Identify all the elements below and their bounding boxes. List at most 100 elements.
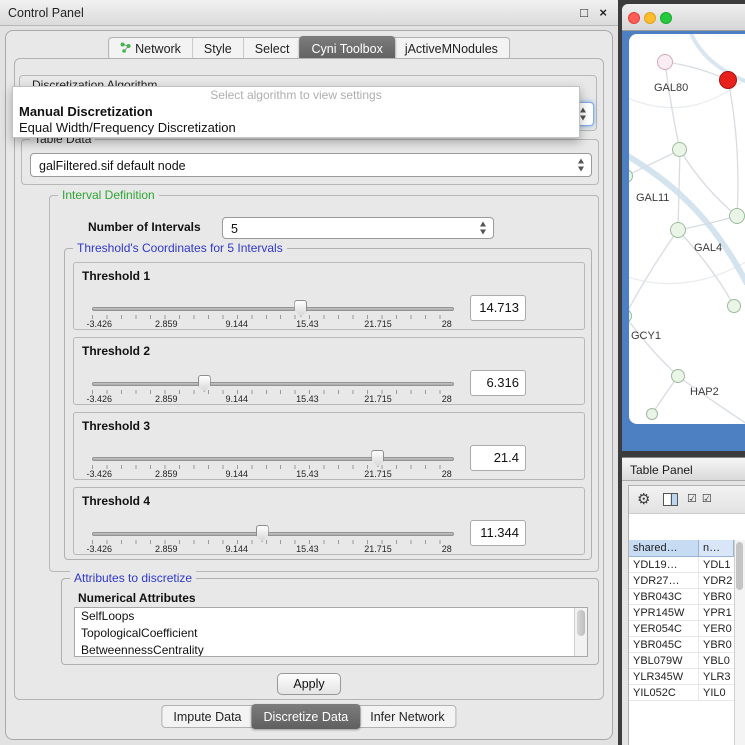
node-hap2[interactable] [671,369,685,383]
cell[interactable]: YDR27… [629,573,699,588]
cell[interactable]: YPR145W [629,605,699,620]
table-row[interactable]: YBR045C YBR0 [629,637,734,653]
table-row[interactable]: YDR27… YDR2 [629,573,734,589]
threshold-3-value-field[interactable]: 21.4 [470,445,526,471]
mac-close-button[interactable] [628,12,640,24]
table-row[interactable]: YDL19… YDL1 [629,557,734,573]
scrollbar-thumb[interactable] [736,542,743,590]
scale-label: 2.859 [155,319,178,329]
node-gal4[interactable] [670,222,686,238]
cell[interactable]: YDL1 [699,557,734,572]
mac-minimize-button[interactable] [644,12,656,24]
tab-jactivemnodules[interactable]: jActiveMNodules [394,38,509,59]
tab-select[interactable]: Select [243,38,301,59]
number-of-intervals-combobox[interactable]: 5 [222,217,494,239]
threshold-4-slider[interactable]: -3.426 2.859 9.144 15.43 21.715 28 [92,524,454,554]
node-label-gal4: GAL4 [694,242,722,254]
slider-track[interactable] [92,307,454,311]
select-columns-icon[interactable]: ☑ ☑ [687,492,713,505]
table-row[interactable]: YPR145W YPR1 [629,605,734,621]
slider-track[interactable] [92,532,454,536]
tab-network[interactable]: Network [109,38,192,59]
cell[interactable]: YBL079W [629,653,699,668]
table-row[interactable]: YBL079W YBL0 [629,653,734,669]
table-row[interactable]: YER054C YER0 [629,621,734,637]
threshold-1-value-field[interactable]: 14.713 [470,295,526,321]
numerical-attributes-list[interactable]: SelfLoops TopologicalCoefficient Between… [74,607,588,657]
table-scrollbar[interactable] [734,540,745,745]
network-icon [120,42,131,56]
node[interactable] [727,299,741,313]
tab-infer-network[interactable]: Infer Network [359,706,455,727]
cell[interactable]: YDL19… [629,557,699,572]
cell[interactable]: YLR345W [629,669,699,684]
algorithm-dropdown-popup: Select algorithm to view settings Manual… [12,86,580,138]
cell[interactable]: YLR3 [699,669,734,684]
column-header-shared-name[interactable]: shared… [629,540,699,557]
close-icon[interactable]: × [599,0,607,26]
control-panel-window: Control Panel □ × Ne [0,0,618,745]
mac-zoom-button[interactable] [660,12,672,24]
top-tab-bar: Network Style Select Cyni Toolbox jActiv… [108,37,510,60]
stepper-icon [479,222,488,235]
columns-icon[interactable] [663,493,678,506]
table-data-combobox[interactable]: galFiltered.sif default node [30,153,592,177]
tab-style[interactable]: Style [192,38,243,59]
cell[interactable]: YPR1 [699,605,734,620]
list-scrollbar[interactable] [574,608,587,656]
table-row[interactable]: YLR345W YLR3 [629,669,734,685]
node[interactable] [646,408,658,420]
node[interactable] [672,142,687,157]
cell[interactable]: YBR043C [629,589,699,604]
cell[interactable]: YDR2 [699,573,734,588]
node-table: shared… n… YDL19… YDL1 YDR27… YDR2 YBR04… [629,540,734,745]
dropdown-option-equal-width[interactable]: Equal Width/Frequency Discretization [13,120,579,136]
scale-label: 28 [442,319,452,329]
threshold-3-slider[interactable]: -3.426 2.859 9.144 15.43 21.715 28 [92,449,454,479]
scale-label: -3.426 [86,394,112,404]
minimize-icon[interactable]: □ [580,0,588,26]
list-item[interactable]: SelfLoops [75,608,587,625]
apply-button[interactable]: Apply [277,673,341,695]
node-red-selected[interactable] [719,71,737,89]
control-panel-titlebar: Control Panel □ × [0,0,618,26]
tab-label: Cyni Toolbox [311,42,382,56]
table-row[interactable]: YBR043C YBR0 [629,589,734,605]
threshold-2-value-field[interactable]: 6.316 [470,370,526,396]
cell[interactable]: YBR0 [699,589,734,604]
scale-label: 15.43 [296,394,319,404]
threshold-2-label: Threshold 2 [82,344,150,358]
column-header-name[interactable]: n… [699,540,734,557]
cell[interactable]: YBR0 [699,637,734,652]
table-panel: Table Panel ⚙ ☑ ☑ shared… n… YDL19… YDL1… [622,457,745,745]
tab-impute-data[interactable]: Impute Data [162,706,252,727]
cell[interactable]: YER0 [699,621,734,636]
cell[interactable]: YBL0 [699,653,734,668]
node-gal80[interactable] [657,54,673,70]
threshold-1-slider[interactable]: -3.426 2.859 9.144 15.43 21.715 28 [92,299,454,329]
threshold-1-label: Threshold 1 [82,269,150,283]
list-item[interactable]: BetweennessCentrality [75,642,587,657]
cell[interactable]: YIL052C [629,685,699,700]
node[interactable] [729,208,745,224]
slider-track[interactable] [92,457,454,461]
list-item[interactable]: TopologicalCoefficient [75,625,587,642]
dropdown-option-manual-discretization[interactable]: Manual Discretization [13,104,579,120]
scale-label: 28 [442,394,452,404]
scrollbar-thumb[interactable] [577,610,585,636]
cell[interactable]: YBR045C [629,637,699,652]
threshold-2-slider[interactable]: -3.426 2.859 9.144 15.43 21.715 28 [92,374,454,404]
gear-icon[interactable]: ⚙ [637,490,650,508]
stepper-icon [577,159,586,172]
cell[interactable]: YER054C [629,621,699,636]
threshold-4-value-field[interactable]: 11.344 [470,520,526,546]
tab-label: Network [135,42,181,56]
table-data-group: Table Data galFiltered.sif default node [21,139,599,185]
cell[interactable]: YIL0 [699,685,734,700]
threshold-2-box: Threshold 2 6.316 -3.426 2.859 9.144 [73,337,585,405]
network-canvas[interactable]: GAL80 GAL11 GAL4 GCY1 HAP2 [629,34,745,424]
table-header-row: shared… n… [629,540,734,557]
table-row[interactable]: YIL052C YIL0 [629,685,734,701]
slider-track[interactable] [92,382,454,386]
tab-discretize-data[interactable]: Discretize Data [252,704,361,729]
